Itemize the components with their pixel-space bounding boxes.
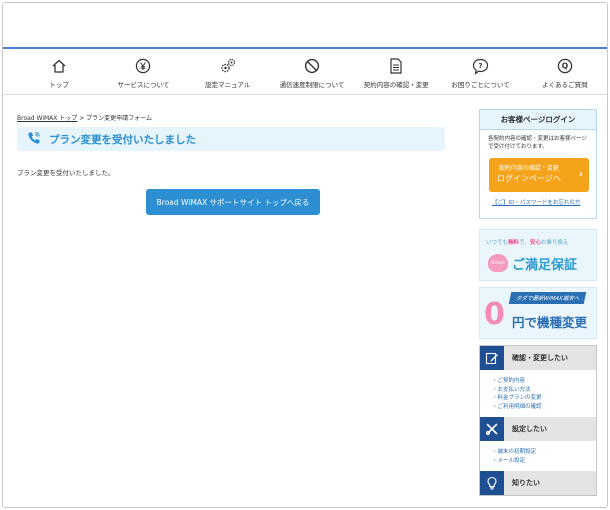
heart-badge-icon: Broad <box>488 254 508 272</box>
menu-title: 設定したい <box>512 425 547 434</box>
menu-link[interactable]: お支払い方法 <box>492 386 596 395</box>
breadcrumb-current: プラン変更申請フォーム <box>86 115 152 122</box>
banner-zero: 0 <box>484 297 505 332</box>
sidebar-menu: 確認・変更したい ご契約内容 お支払い方法 料金プランの変更 ご利用明細の確認 … <box>479 345 597 497</box>
login-button-line2: ログインページへ <box>497 173 561 183</box>
breadcrumb: Broad WiMAX トップ > プラン変更申請フォーム <box>17 113 152 122</box>
login-button-line1: 契約内容の確認・変更 <box>498 165 559 173</box>
phone-icon <box>27 130 41 149</box>
menu-heading-learn: 知りたい <box>480 471 596 496</box>
prohibited-icon <box>303 57 321 75</box>
lightbulb-icon <box>480 471 504 496</box>
nav-label: よくあるご質問 <box>542 81 588 89</box>
menu-link[interactable]: メール設定 <box>492 457 596 466</box>
nav-label: 設定マニュアル <box>205 81 251 89</box>
tagline-free: 無料 <box>508 240 520 246</box>
login-button-text: 契約内容の確認・変更 ログインページへ <box>497 165 561 184</box>
menu-title: 確認・変更したい <box>512 354 568 362</box>
q-circle-icon: Q <box>556 57 574 75</box>
satisfaction-guarantee-banner[interactable]: いつでも無料で、安心お乗り換え Broad ご満足保証 <box>479 229 597 281</box>
nav-label: 通信速度制限について <box>279 81 345 89</box>
nav-item-manual[interactable]: 設定マニュアル <box>186 51 270 94</box>
breadcrumb-separator: > <box>77 115 87 122</box>
home-icon <box>50 57 68 75</box>
chevron-right-icon: › <box>578 169 583 181</box>
nav-item-contract[interactable]: 契約内容の確認・変更 <box>354 51 438 94</box>
banner-main-text: ご満足保証 <box>512 258 578 273</box>
nav-item-faq[interactable]: Q よくあるご質問 <box>523 51 607 94</box>
menu-list: 端末の初期設定 メール設定 <box>480 441 596 471</box>
page-title: プラン変更を受付いたしました <box>49 133 196 146</box>
tagline-prefix: いつでも <box>486 240 509 246</box>
svg-text:Q: Q <box>562 62 568 71</box>
tagline-mid: で、 <box>519 240 530 246</box>
page-title-box: プラン変更を受付いたしました <box>17 127 445 151</box>
yen-icon <box>134 57 152 75</box>
banner-main-text: 円で機種変更 <box>512 315 588 330</box>
tagline-anshin: 安心 <box>529 240 541 246</box>
nav-item-service[interactable]: サービスについて <box>101 51 185 94</box>
forgot-password-link[interactable]: 【ご】ID・パスワードをお忘れの方 <box>480 192 596 206</box>
banner-tag: タダで最新WiMAX端末へ <box>508 292 587 304</box>
nav-label: お困りごとについて <box>451 81 510 89</box>
nav-item-top[interactable]: トップ <box>17 51 101 94</box>
sidebar: お客様ページログイン 各契約内容の確認・変更はお客様ページで受け付けております。… <box>479 109 597 497</box>
document-icon <box>387 57 405 75</box>
gears-icon <box>219 57 237 75</box>
device-change-banner[interactable]: タダで最新WiMAX端末へ 0 円で機種変更 <box>479 287 597 339</box>
menu-link[interactable]: 端末の初期設定 <box>492 448 596 457</box>
question-bubble-icon: ? <box>472 57 490 75</box>
menu-list: ご契約内容 お支払い方法 料金プランの変更 ご利用明細の確認 <box>480 370 596 417</box>
tagline-suffix: お乗り換え <box>540 240 569 246</box>
nav-label: トップ <box>49 81 69 89</box>
menu-link[interactable]: ご利用明細の確認 <box>492 403 596 412</box>
menu-heading-settings: 設定したい <box>480 417 596 442</box>
menu-link[interactable]: 料金プランの変更 <box>492 394 596 403</box>
nav-item-trouble[interactable]: ? お困りごとについて <box>438 51 522 94</box>
header-bar <box>3 3 607 49</box>
login-box: お客様ページログイン 各契約内容の確認・変更はお客様ページで受け付けております。… <box>479 109 597 219</box>
nav-label: 契約内容の確認・変更 <box>363 81 429 89</box>
menu-link[interactable]: ご契約内容 <box>492 377 596 386</box>
edit-icon <box>480 346 504 370</box>
breadcrumb-home-link[interactable]: Broad WiMAX トップ <box>17 115 77 122</box>
back-to-top-button[interactable]: Broad WiMAX サポートサイト トップへ戻る <box>146 189 320 215</box>
nav-item-speed-limit[interactable]: 通信速度制限について <box>270 51 354 94</box>
svg-text:?: ? <box>479 62 483 70</box>
tools-icon <box>480 417 504 442</box>
banner-tagline: いつでも無料で、安心お乗り換え <box>486 238 568 246</box>
nav-label: サービスについて <box>117 81 170 89</box>
login-heading: お客様ページログイン <box>480 110 596 130</box>
menu-title: 知りたい <box>512 479 540 488</box>
global-nav: トップ サービスについて 設定マニュアル 通信速度制限について 契約内容の確認・… <box>3 51 607 95</box>
login-page-button[interactable]: 契約内容の確認・変更 ログインページへ › <box>489 157 589 192</box>
browser-frame: トップ サービスについて 設定マニュアル 通信速度制限について 契約内容の確認・… <box>2 2 608 508</box>
confirmation-message: プラン変更を受付いたしました。 <box>17 169 115 177</box>
menu-heading-confirm: 確認・変更したい <box>480 346 596 370</box>
login-description: 各契約内容の確認・変更はお客様ページで受け付けております。 <box>488 136 587 150</box>
